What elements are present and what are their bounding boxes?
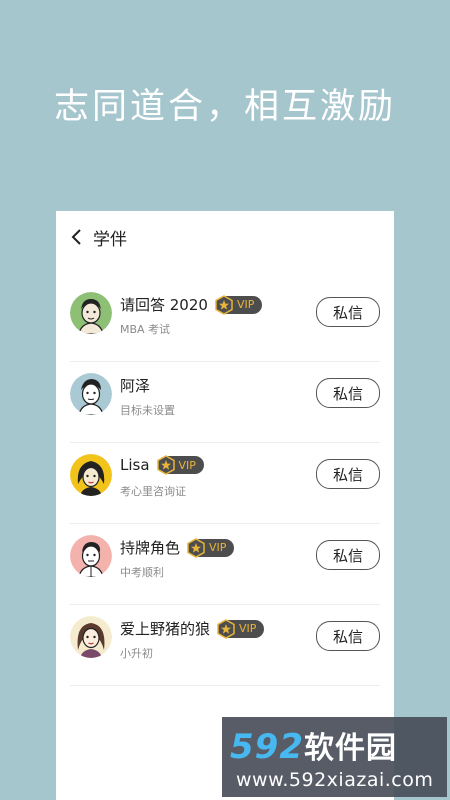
partner-name: 持牌角色 — [120, 539, 181, 557]
vip-badge: VIP — [187, 537, 235, 558]
partner-goal: 考心里咨询证 — [120, 485, 186, 498]
list-item[interactable]: 阿泽 目标未设置 私信 — [70, 362, 380, 443]
vip-badge: VIP — [156, 455, 204, 475]
message-button[interactable]: 私信 — [316, 378, 380, 408]
vip-label: VIP — [178, 458, 196, 472]
list-item[interactable]: 爱上野猪的狼 VIP 小升初 私信 — [70, 605, 380, 686]
star-icon — [187, 537, 205, 558]
partner-name: 请回答 2020 — [120, 296, 208, 314]
vip-label: VIP — [236, 298, 255, 311]
vip-badge: VIP — [215, 294, 263, 315]
partner-goal: MBA 考试 — [120, 323, 171, 336]
partner-goal: 中考顺利 — [120, 566, 164, 579]
partner-name: 爱上野猪的狼 — [120, 620, 211, 638]
vip-badge: VIP — [217, 618, 265, 639]
headline: 志同道合，相互激励 — [53, 87, 396, 127]
vip-label: VIP — [239, 622, 257, 635]
avatar[interactable] — [70, 292, 112, 334]
star-icon — [156, 455, 175, 475]
partner-list: 请回答 2020 VIP MBA 考试 私信 阿泽 目标未设置 私信 Lisa … — [70, 281, 380, 686]
avatar[interactable] — [70, 373, 112, 415]
watermark: 592软件园 www.592xiazai.com — [222, 717, 447, 797]
watermark-brand-text: 软件园 — [303, 731, 397, 766]
partner-card: 学伴 请回答 2020 VIP MBA 考试 私信 阿泽 目标未设置 私信 Li… — [56, 211, 394, 800]
message-button[interactable]: 私信 — [316, 297, 380, 327]
partner-name: 阿泽 — [120, 377, 151, 395]
page-title: 学伴 — [93, 230, 127, 250]
list-item[interactable]: 持牌角色 VIP 中考顺利 私信 — [70, 524, 380, 605]
message-button[interactable]: 私信 — [316, 621, 380, 651]
list-item[interactable]: 请回答 2020 VIP MBA 考试 私信 — [70, 281, 380, 362]
avatar[interactable] — [70, 454, 112, 496]
partner-goal: 目标未设置 — [120, 404, 175, 417]
watermark-brand-number: 592 — [230, 727, 304, 767]
back-button[interactable] — [64, 225, 88, 249]
message-button[interactable]: 私信 — [316, 540, 380, 570]
star-icon — [215, 294, 233, 315]
partner-name: Lisa — [120, 456, 150, 474]
partner-goal: 小升初 — [120, 647, 153, 660]
card-header: 学伴 — [56, 211, 394, 261]
star-icon — [217, 618, 235, 639]
watermark-brand: 592软件园 — [230, 723, 397, 767]
chevron-left-icon — [71, 229, 81, 245]
avatar[interactable] — [70, 535, 112, 577]
avatar[interactable] — [70, 616, 112, 658]
message-button[interactable]: 私信 — [316, 459, 380, 489]
vip-label: VIP — [209, 541, 227, 554]
watermark-url: www.592xiazai.com — [236, 769, 434, 791]
list-item[interactable]: Lisa VIP 考心里咨询证 私信 — [70, 443, 380, 524]
